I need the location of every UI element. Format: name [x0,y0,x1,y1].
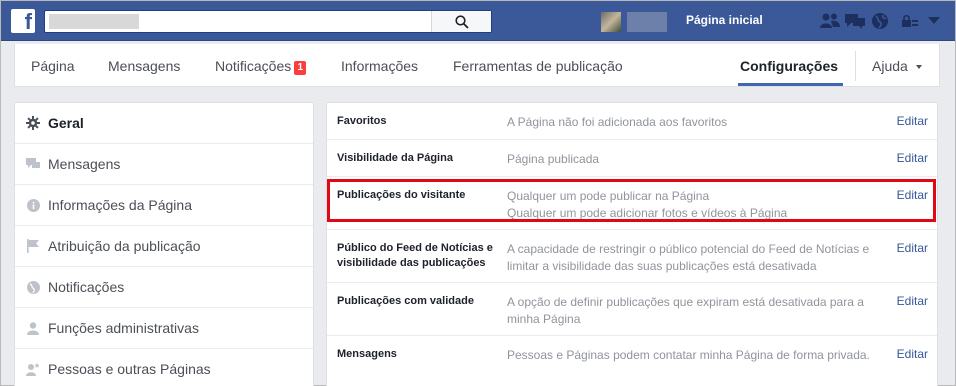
settings-sidebar: Geral Mensagens Informações da Página At… [14,102,314,386]
settings-panel: Favoritos A Página não foi adicionada ao… [326,102,938,386]
row-value: A capacidade de restringir o público pot… [507,242,870,273]
people-icon [26,362,40,376]
active-tab-indicator [738,83,843,86]
edit-link[interactable]: Editar [897,347,928,361]
dropdown-arrow-icon[interactable] [923,11,945,31]
edit-link[interactable]: Editar [897,294,928,308]
sidebar-item-notificacoes[interactable]: Notificações [15,267,313,308]
row-title: Favoritos [337,115,387,127]
row-value: A opção de definir publicações que expir… [507,295,864,326]
sidebar-item-informacoes-da-pagina[interactable]: Informações da Página [15,185,313,226]
username-redacted[interactable] [627,12,667,32]
message-icon [26,157,40,171]
row-title: Visibilidade da Página [337,152,453,164]
settings-row-mensagens[interactable]: Mensagens Pessoas e Páginas podem contat… [327,336,937,386]
row-title: Público do Feed de Notícias e visibilida… [337,242,493,269]
settings-row-favoritos[interactable]: Favoritos A Página não foi adicionada ao… [327,103,937,140]
messages-icon[interactable] [844,11,866,31]
notification-count-badge: 1 [294,61,307,75]
info-icon [26,198,40,212]
row-value: Pessoas e Páginas podem contatar minha P… [507,348,870,362]
tab-notificacoes-label: Notificações [215,58,292,74]
row-title: Publicações com validade [337,295,474,307]
sidebar-item-geral[interactable]: Geral [15,103,313,144]
search-input-redacted[interactable] [49,14,139,29]
friends-icon[interactable] [819,11,841,31]
tab-ferramentas-de-publicacao[interactable]: Ferramentas de publicação [453,58,623,74]
page-tabs: Página Mensagens Notificações 1 Informaçõ… [14,44,940,87]
edit-link[interactable]: Editar [897,151,928,165]
nav-divider [855,51,856,81]
lock-icon[interactable] [899,11,921,31]
sidebar-item-label: Pessoas e outras Páginas [48,361,211,377]
facebook-logo[interactable]: f [11,9,35,33]
tab-configuracoes[interactable]: Configurações [740,58,838,74]
globe-icon[interactable] [869,11,891,31]
sidebar-item-pessoas-e-outras-paginas[interactable]: Pessoas e outras Páginas [15,349,313,386]
caret-down-icon [915,65,922,69]
edit-link[interactable]: Editar [897,241,928,255]
flag-icon [26,239,40,253]
home-link[interactable]: Página inicial [686,13,763,27]
top-bar: f Página inicial [1,1,955,41]
tab-notificacoes[interactable]: Notificações 1 [215,58,307,75]
settings-row-visibilidade-da-pagina[interactable]: Visibilidade da Página Página publicada … [327,140,937,177]
globe-icon [26,280,40,294]
edit-link[interactable]: Editar [897,114,928,128]
help-menu[interactable]: Ajuda [872,58,922,74]
sidebar-item-label: Funções administrativas [48,320,199,336]
highlight-box [327,179,936,222]
help-label: Ajuda [872,58,908,74]
row-title: Mensagens [337,348,397,360]
tab-informacoes[interactable]: Informações [341,58,418,74]
gear-icon [26,116,40,130]
person-icon [26,321,40,335]
search-icon [454,14,469,29]
sidebar-item-label: Mensagens [48,156,121,172]
sidebar-item-label: Notificações [48,279,125,295]
row-value: Página publicada [507,152,600,166]
avatar[interactable] [601,12,621,32]
search-field[interactable] [44,10,492,33]
sidebar-item-atribuicao-da-publicacao[interactable]: Atribuição da publicação [15,226,313,267]
sidebar-item-label: Atribuição da publicação [48,238,201,254]
sidebar-item-funcoes-administrativas[interactable]: Funções administrativas [15,308,313,349]
search-button[interactable] [431,11,491,32]
sidebar-item-label: Geral [48,115,84,131]
tab-pagina[interactable]: Página [31,58,75,74]
sidebar-item-mensagens[interactable]: Mensagens [15,144,313,185]
tab-mensagens[interactable]: Mensagens [108,58,180,74]
settings-row-publicacoes-com-validade[interactable]: Publicações com validade A opção de defi… [327,283,937,336]
settings-row-publico-do-feed[interactable]: Público do Feed de Notícias e visibilida… [327,230,937,283]
row-value: A Página não foi adicionada aos favorito… [507,115,728,129]
sidebar-item-label: Informações da Página [48,197,192,213]
